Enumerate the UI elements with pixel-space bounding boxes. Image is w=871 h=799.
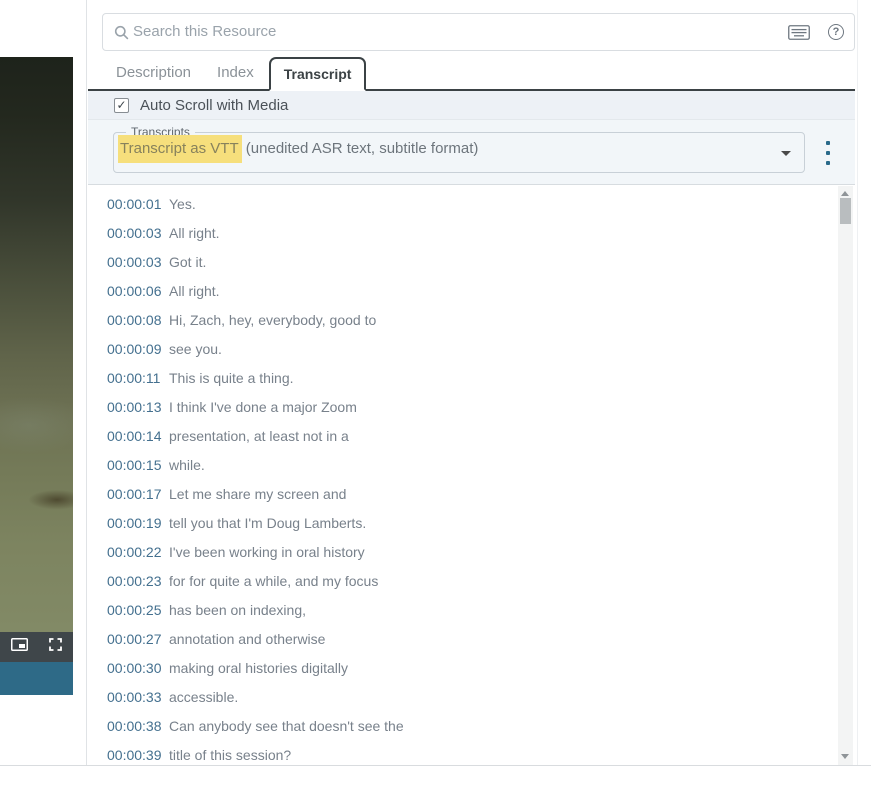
transcript-row[interactable]: 00:00:19 tell you that I'm Doug Lamberts… [88,508,836,537]
row-text: I think I've done a major Zoom [169,398,357,415]
player-accent-bar [0,662,73,695]
row-text: presentation, at least not in a [169,427,349,444]
row-timestamp[interactable]: 00:00:15 [107,457,162,473]
video-player-frame[interactable] [0,57,73,632]
row-timestamp[interactable]: 00:00:13 [107,399,162,415]
row-timestamp[interactable]: 00:00:27 [107,631,162,647]
transcript-row[interactable]: 00:00:09 see you. [88,334,836,363]
transcript-select-section: Transcripts Transcript as VTT (unedited … [88,120,855,185]
row-text: while. [169,456,205,473]
row-timestamp[interactable]: 00:00:08 [107,312,162,328]
transcript-rows[interactable]: 00:00:01 Yes. 00:00:03 All right. 00:00:… [88,186,836,765]
transcript-row[interactable]: 00:00:06 All right. [88,276,836,305]
scrollbar-thumb[interactable] [840,198,851,224]
row-timestamp[interactable]: 00:00:33 [107,689,162,705]
row-timestamp[interactable]: 00:00:03 [107,254,162,270]
search-input[interactable]: Search this Resource ? [102,13,855,51]
tab-index[interactable]: Index [204,64,267,89]
transcript-row[interactable]: 00:00:13 I think I've done a major Zoom [88,392,836,421]
row-timestamp[interactable]: 00:00:19 [107,515,162,531]
tab-description[interactable]: Description [103,64,204,89]
row-text: see you. [169,340,222,357]
transcript-row[interactable]: 00:00:27 annotation and otherwise [88,624,836,653]
transcripts-dropdown-value: Transcript as VTT (unedited ASR text, su… [118,135,479,163]
scroll-down-arrow-icon[interactable] [841,754,849,759]
transcript-row[interactable]: 00:00:14 presentation, at least not in a [88,421,836,450]
tab-bar: Description Index Transcript [88,57,855,91]
transcript-row[interactable]: 00:00:38 Can anybody see that doesn't se… [88,711,836,740]
row-text: I've been working in oral history [169,543,365,560]
autoscroll-label: Auto Scroll with Media [140,96,289,114]
picture-in-picture-icon[interactable] [11,638,28,656]
panel-bottom-divider [0,765,871,766]
page: Search this Resource ? Description Index… [0,0,871,799]
transcripts-dropdown[interactable]: Transcripts Transcript as VTT (unedited … [113,125,805,173]
chevron-down-icon [781,151,791,156]
row-timestamp[interactable]: 00:00:01 [107,196,162,212]
transcript-row[interactable]: 00:00:01 Yes. [88,189,836,218]
transcript-row[interactable]: 00:00:39 title of this session? [88,740,836,765]
transcript-row[interactable]: 00:00:08 Hi, Zach, hey, everybody, good … [88,305,836,334]
row-text: This is quite a thing. [169,369,294,386]
video-player-controls [0,632,73,662]
tab-transcript[interactable]: Transcript [268,57,367,91]
row-text: making oral histories digitally [169,659,348,676]
row-timestamp[interactable]: 00:00:06 [107,283,162,299]
help-icon[interactable]: ? [828,24,844,40]
row-text: has been on indexing, [169,601,306,618]
transcript-row[interactable]: 00:00:23 for for quite a while, and my f… [88,566,836,595]
highlighted-selection-text: Transcript as VTT [118,135,242,163]
row-timestamp[interactable]: 00:00:38 [107,718,162,734]
row-timestamp[interactable]: 00:00:14 [107,428,162,444]
fullscreen-icon[interactable] [49,638,62,656]
row-text: Got it. [169,253,207,270]
search-icon [114,25,129,45]
transcript-row[interactable]: 00:00:22 I've been working in oral histo… [88,537,836,566]
row-timestamp[interactable]: 00:00:11 [107,370,161,386]
row-text: Let me share my screen and [169,485,347,502]
transcript-row[interactable]: 00:00:15 while. [88,450,836,479]
transcript-row[interactable]: 00:00:30 making oral histories digitally [88,653,836,682]
row-timestamp[interactable]: 00:00:23 [107,573,162,589]
autoscroll-checkbox[interactable]: ✓ [114,97,129,113]
row-text: All right. [169,224,220,241]
search-placeholder: Search this Resource [133,23,277,40]
row-text: Yes. [169,195,196,212]
row-text: Can anybody see that doesn't see the [169,717,404,734]
transcript-row[interactable]: 00:00:17 Let me share my screen and [88,479,836,508]
transcript-row[interactable]: 00:00:11 This is quite a thing. [88,363,836,392]
panel-left-divider [86,0,87,765]
row-timestamp[interactable]: 00:00:17 [107,486,162,502]
row-timestamp[interactable]: 00:00:03 [107,225,162,241]
autoscroll-bar: ✓ Auto Scroll with Media [88,91,855,120]
transcript-row[interactable]: 00:00:03 All right. [88,218,836,247]
more-options-icon[interactable] [823,141,833,165]
keyboard-icon[interactable] [788,25,810,45]
row-text: tell you that I'm Doug Lamberts. [169,514,367,531]
transcript-scrollbar[interactable] [838,186,853,765]
row-text: annotation and otherwise [169,630,326,647]
row-text: All right. [169,282,220,299]
scroll-up-arrow-icon[interactable] [841,191,849,196]
transcript-row[interactable]: 00:00:33 accessible. [88,682,836,711]
row-timestamp[interactable]: 00:00:09 [107,341,162,357]
row-text: for for quite a while, and my focus [169,572,379,589]
row-text: accessible. [169,688,239,705]
selection-description-text: (unedited ASR text, subtitle format) [241,140,479,157]
row-text: title of this session? [169,746,292,763]
row-timestamp[interactable]: 00:00:30 [107,660,162,676]
row-timestamp[interactable]: 00:00:39 [107,747,162,763]
row-timestamp[interactable]: 00:00:25 [107,602,162,618]
panel-right-divider [857,0,858,765]
row-text: Hi, Zach, hey, everybody, good to [169,311,377,328]
row-timestamp[interactable]: 00:00:22 [107,544,162,560]
transcript-row[interactable]: 00:00:25 has been on indexing, [88,595,836,624]
transcript-row[interactable]: 00:00:03 Got it. [88,247,836,276]
